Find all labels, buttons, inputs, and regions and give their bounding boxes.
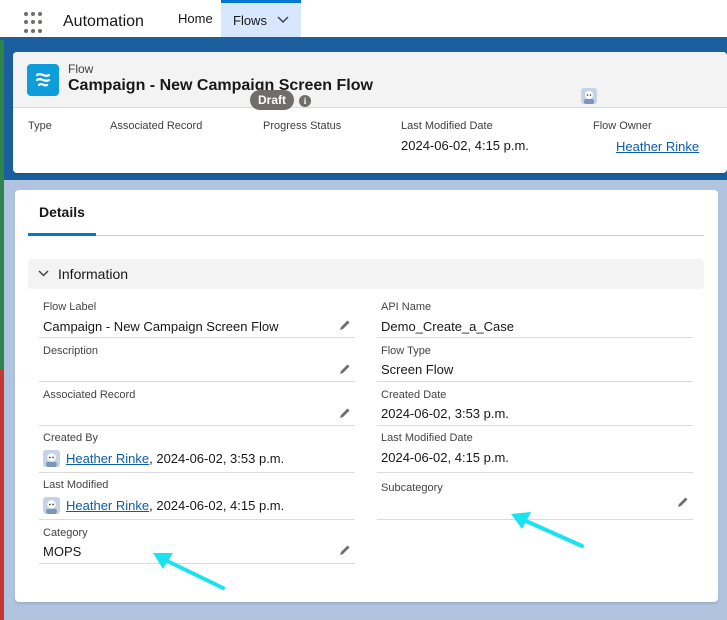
section-title: Information <box>58 266 129 282</box>
tab-bar: Details <box>28 190 704 236</box>
field-subcategory: Subcategory <box>377 473 693 520</box>
tab-details[interactable]: Details <box>28 190 96 236</box>
flow-owner-label: Flow Owner <box>593 120 652 132</box>
field-api-name: API Name Demo_Create_a_Case <box>377 294 693 338</box>
user-link[interactable]: Heather Rinke <box>66 451 149 466</box>
field-label: Description <box>43 345 99 357</box>
info-icon[interactable]: i <box>299 95 311 107</box>
nav-tab-home-label: Home <box>178 11 213 26</box>
field-label: Created Date <box>381 389 447 401</box>
page-title: Campaign - New Campaign Screen Flow <box>68 77 373 94</box>
flow-owner-name[interactable]: Heather Rinke <box>616 139 699 154</box>
nav-tab-flows[interactable]: Flows <box>221 0 301 37</box>
created-by-timestamp: , 2024-06-02, 3:53 p.m. <box>149 451 285 466</box>
progress-status-label: Progress Status <box>263 120 342 132</box>
section-information-toggle[interactable]: Information <box>28 259 704 289</box>
field-value: Heather Rinke, 2024-06-02, 3:53 p.m. <box>43 450 284 467</box>
associated-record-label: Associated Record <box>110 120 203 132</box>
chevron-down-icon[interactable] <box>277 13 289 27</box>
field-created-by: Created By Heather Rinke, 2024-06-02, 3:… <box>39 426 355 473</box>
flow-owner-link[interactable]: Heather Rinke <box>616 139 699 154</box>
field-value: 2024-06-02, 3:53 p.m. <box>381 406 509 421</box>
field-label: Subcategory <box>381 482 443 494</box>
field-last-modified-date: Last Modified Date 2024-06-02, 4:15 p.m. <box>377 426 693 473</box>
field-flow-type: Flow Type Screen Flow <box>377 338 693 382</box>
field-label: Last Modified Date <box>381 432 473 444</box>
field-value: Demo_Create_a_Case <box>381 319 514 334</box>
field-value: MOPS <box>43 544 82 559</box>
highlights-panel: Type Associated Record Progress Status L… <box>13 108 727 173</box>
field-value: Heather Rinke, 2024-06-02, 4:15 p.m. <box>43 497 284 514</box>
pencil-icon[interactable] <box>339 319 351 331</box>
pencil-icon[interactable] <box>677 496 689 508</box>
field-created-date: Created Date 2024-06-02, 3:53 p.m. <box>377 382 693 426</box>
field-label: Flow Type <box>381 345 431 357</box>
record-type: Flow <box>68 62 94 76</box>
field-value: Campaign - New Campaign Screen Flow <box>43 319 279 334</box>
field-value: 2024-06-02, 4:15 p.m. <box>381 450 509 465</box>
field-label: Category <box>43 527 88 539</box>
pencil-icon[interactable] <box>339 363 351 375</box>
record-header: Flow Campaign - New Campaign Screen Flow… <box>13 52 727 173</box>
field-label: API Name <box>381 301 432 313</box>
last-modified-value: 2024-06-02, 4:15 p.m. <box>401 138 529 153</box>
global-nav: Automation Home Flows <box>0 0 727 40</box>
field-label: Last Modified <box>43 479 109 491</box>
avatar <box>581 88 597 104</box>
field-last-modified: Last Modified Heather Rinke, 2024-06-02,… <box>39 473 355 520</box>
app-name: Automation <box>63 13 144 30</box>
avatar <box>43 497 60 514</box>
details-card: Details Information Flow Label Campaign … <box>15 190 718 602</box>
last-modified-label: Last Modified Date <box>401 120 493 132</box>
last-modified-timestamp: , 2024-06-02, 4:15 p.m. <box>149 498 285 513</box>
field-label: Flow Label <box>43 301 97 313</box>
field-category: Category MOPS <box>39 520 355 564</box>
status-badge: Draft <box>250 90 295 110</box>
pencil-icon[interactable] <box>339 407 351 419</box>
tab-details-label: Details <box>39 203 85 220</box>
app-launcher-icon[interactable] <box>24 12 46 34</box>
pencil-icon[interactable] <box>339 544 351 556</box>
user-link[interactable]: Heather Rinke <box>66 498 149 513</box>
avatar <box>43 450 60 467</box>
record-header-title-bar: Flow Campaign - New Campaign Screen Flow <box>13 52 727 108</box>
chevron-down-icon <box>38 268 49 280</box>
field-associated-record: Associated Record <box>39 382 355 426</box>
nav-tab-flows-label: Flows <box>233 12 267 28</box>
type-label: Type <box>28 120 52 132</box>
field-value: Screen Flow <box>381 362 454 377</box>
field-flow-label: Flow Label Campaign - New Campaign Scree… <box>39 294 355 338</box>
flow-icon <box>27 64 59 96</box>
edge-strip <box>0 40 4 620</box>
field-description: Description <box>39 338 355 382</box>
field-label: Associated Record <box>43 389 136 401</box>
nav-tab-home[interactable]: Home <box>166 0 225 37</box>
field-label: Created By <box>43 432 99 444</box>
